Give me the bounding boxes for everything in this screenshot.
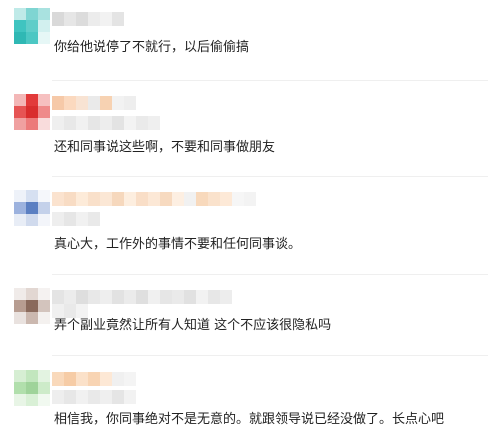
comment-text: 还和同事说这些啊，不要和同事做朋友 xyxy=(54,140,276,155)
divider xyxy=(52,176,488,177)
avatar[interactable] xyxy=(14,94,50,130)
avatar[interactable] xyxy=(14,370,50,406)
username-blurred xyxy=(52,96,136,110)
comment-text: 真心大，工作外的事情不要和任何同事谈。 xyxy=(54,237,302,252)
username-blurred xyxy=(52,290,232,304)
user-meta-blurred xyxy=(52,212,100,226)
divider xyxy=(52,274,488,275)
avatar[interactable] xyxy=(14,288,50,324)
user-meta-blurred xyxy=(52,390,136,404)
username-blurred xyxy=(52,192,256,206)
divider xyxy=(52,80,488,81)
avatar[interactable] xyxy=(14,190,50,226)
user-meta-blurred xyxy=(52,304,88,318)
comment-text: 你给他说停了不就行，以后偷偷搞 xyxy=(54,40,250,55)
comment-text: 弄个副业竟然让所有人知道 这个不应该很隐私吗 xyxy=(54,318,332,333)
avatar[interactable] xyxy=(14,8,50,44)
username-blurred xyxy=(52,12,124,26)
comment-text: 相信我，你同事绝对不是无意的。就跟领导说已经没做了。长点心吧 xyxy=(54,412,445,427)
user-meta-blurred xyxy=(52,116,160,130)
divider xyxy=(52,355,488,356)
username-blurred xyxy=(52,372,136,386)
